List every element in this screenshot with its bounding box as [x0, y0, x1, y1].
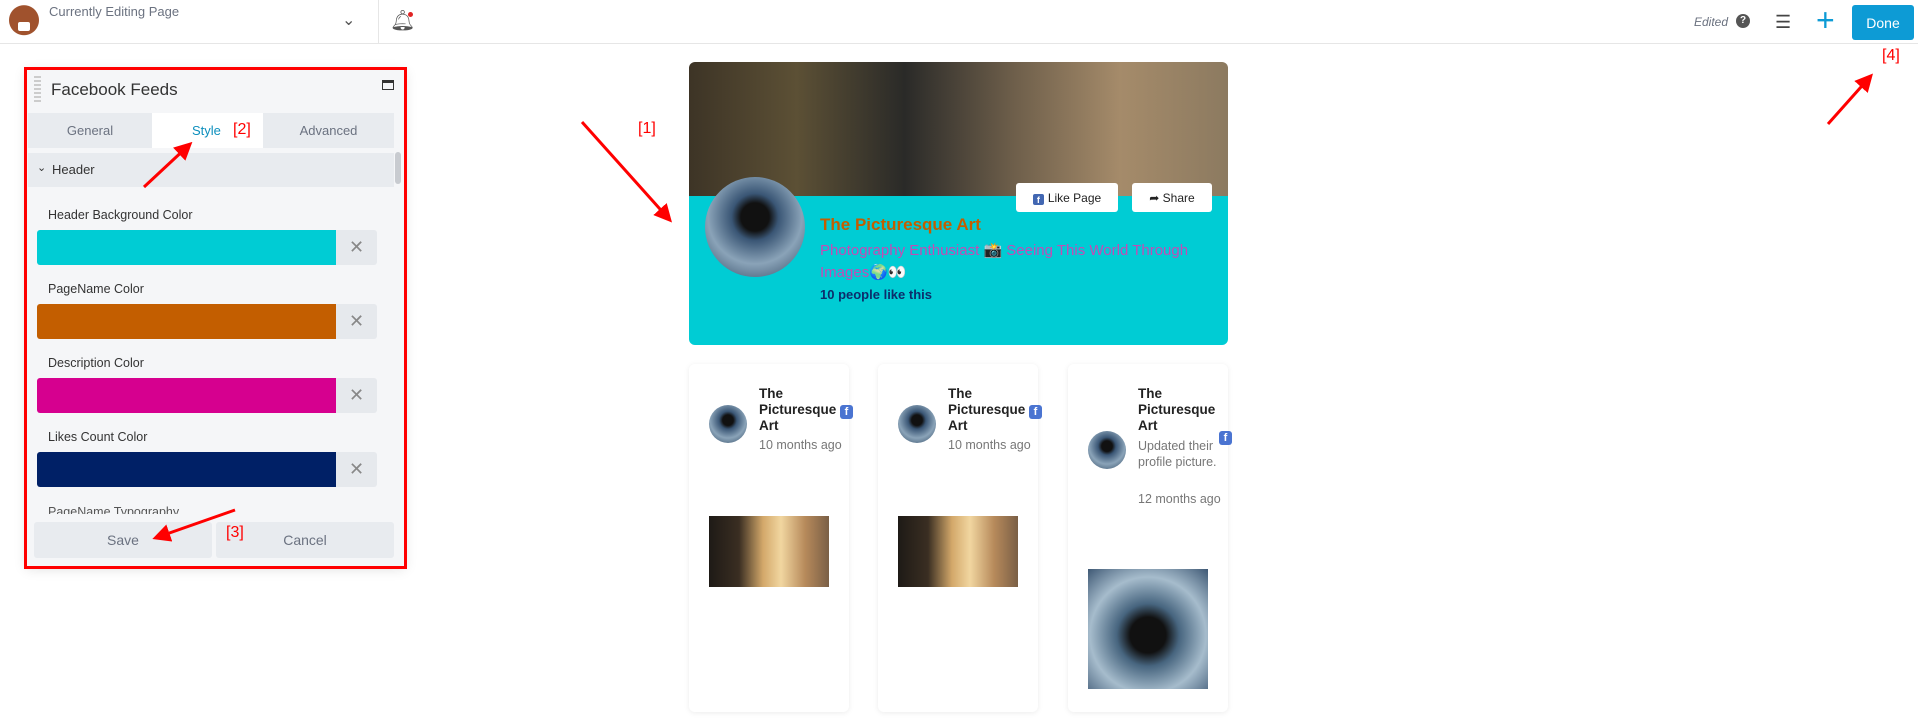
annotation-label: [4] [1882, 47, 1900, 64]
top-bar [0, 0, 1918, 44]
post-avatar [1088, 431, 1126, 469]
header-bg-color-swatch[interactable] [37, 230, 336, 265]
tab-general[interactable]: General [28, 113, 152, 148]
post-author[interactable]: The Picturesque Art [759, 386, 849, 434]
post-author[interactable]: The Picturesque Art [1138, 386, 1228, 434]
page-description: Photography Enthusiast 📸 Seeing This Wor… [820, 242, 1189, 281]
save-button[interactable]: Save [34, 522, 212, 558]
share-icon: ➦ [1149, 190, 1163, 205]
facebook-icon: f [1219, 431, 1232, 445]
chevron-down-icon[interactable]: ⌄ [342, 10, 355, 30]
scrollbar[interactable] [395, 152, 401, 184]
likes-count-color-swatch[interactable] [37, 452, 336, 487]
notification-dot [408, 12, 413, 17]
divider [378, 0, 379, 44]
page-avatar[interactable] [705, 177, 805, 277]
done-button[interactable]: Done [1852, 5, 1914, 40]
facebook-icon: f [1029, 405, 1042, 419]
add-icon[interactable]: + [1816, 2, 1835, 39]
post-image[interactable] [898, 516, 1018, 587]
share-label: Share [1162, 190, 1195, 205]
field-label: PageName Color [48, 282, 144, 296]
annotation-label: [2] [233, 121, 251, 138]
facebook-icon: f [840, 405, 853, 419]
beaver-logo[interactable] [6, 4, 42, 40]
post-time: 12 months ago [1138, 492, 1221, 506]
post-author[interactable]: The Picturesque Art [948, 386, 1038, 434]
clear-color-button[interactable]: ✕ [336, 378, 377, 413]
pagename-color-swatch[interactable] [37, 304, 336, 339]
cover-photo [689, 62, 1228, 196]
help-icon[interactable]: ? [1736, 14, 1750, 28]
post-image[interactable] [709, 516, 829, 587]
page-title: Currently Editing Page [49, 4, 180, 19]
clear-color-button[interactable]: ✕ [336, 304, 377, 339]
clear-color-button[interactable]: ✕ [336, 452, 377, 487]
tab-advanced[interactable]: Advanced [263, 113, 394, 148]
page-name[interactable]: The Picturesque Art [820, 215, 981, 235]
like-label: Like Page [1047, 190, 1102, 205]
panel-title: Facebook Feeds [51, 80, 178, 99]
post-image[interactable] [1088, 569, 1208, 689]
post-time: 10 months ago [948, 438, 1031, 452]
likes-count: 10 people like this [820, 287, 932, 302]
clear-color-button[interactable]: ✕ [336, 230, 377, 265]
field-label: Header Background Color [48, 208, 193, 222]
outline-list-icon[interactable]: ☰ [1775, 12, 1791, 33]
like-page-button[interactable]: f Like Page [1016, 183, 1118, 212]
post-avatar [898, 405, 936, 443]
field-label: PageName Typography [48, 505, 180, 514]
description-color-swatch[interactable] [37, 378, 336, 413]
post-avatar [709, 405, 747, 443]
maximize-icon[interactable] [382, 80, 394, 90]
share-button[interactable]: ➦ Share [1132, 183, 1212, 212]
section-title: Header [52, 162, 95, 177]
field-label: Description Color [48, 356, 144, 370]
annotation-label: [3] [226, 524, 244, 541]
drag-handle[interactable] [34, 76, 41, 104]
chevron-down-icon: ⌄ [37, 162, 47, 174]
facebook-icon: f [1032, 193, 1044, 205]
section-bar [108, 153, 394, 187]
annotation-label: [1] [638, 120, 656, 137]
post-time: 10 months ago [759, 438, 842, 452]
field-label: Likes Count Color [48, 430, 148, 444]
post-text: Updated their profile picture. [1138, 439, 1217, 469]
annotation-arrow [1826, 73, 1873, 125]
edited-status: Edited [1694, 15, 1729, 29]
